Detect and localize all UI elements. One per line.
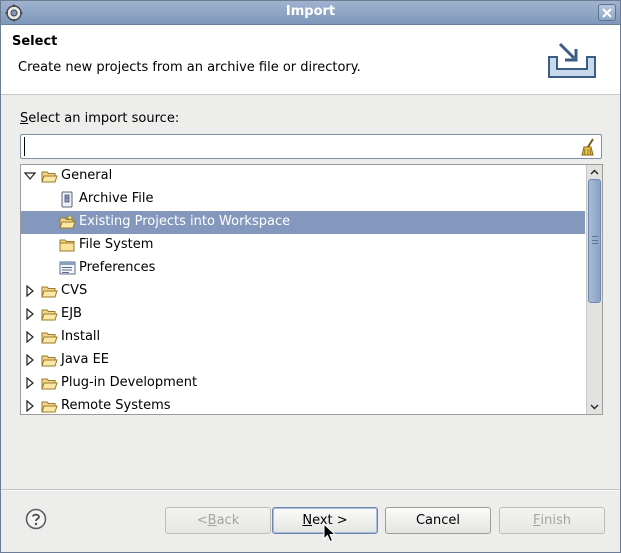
- collapsed-arrow-icon[interactable]: [24, 308, 36, 320]
- mouse-pointer-icon: [323, 523, 337, 543]
- tree-item[interactable]: EJB: [21, 303, 585, 326]
- expanded-arrow-icon[interactable]: [24, 170, 36, 182]
- tree-item[interactable]: General: [21, 165, 585, 188]
- tree-item-label: Preferences: [79, 260, 156, 275]
- folder-open-icon: [41, 309, 58, 321]
- scroll-down-arrow-icon[interactable]: [588, 400, 601, 413]
- scroll-up-arrow-icon[interactable]: [588, 166, 601, 179]
- collapsed-arrow-icon[interactable]: [24, 400, 36, 412]
- tree-item-label: Remote Systems: [61, 398, 171, 413]
- tree-item[interactable]: Plug-in Development: [21, 372, 585, 395]
- window-title: Import: [285, 4, 336, 19]
- vertical-scrollbar[interactable]: [586, 165, 602, 414]
- wizard-banner: Select Create new projects from an archi…: [1, 25, 620, 95]
- collapsed-arrow-icon[interactable]: [24, 331, 36, 343]
- folder-icon: [59, 239, 75, 252]
- folder-open-icon: [41, 355, 58, 367]
- existing-projects-icon: [59, 214, 76, 229]
- cancel-label: Cancel: [415, 513, 461, 528]
- tree-item[interactable]: Preferences: [21, 257, 585, 280]
- folder-open-icon: [41, 378, 58, 390]
- back-label-mnemonic: B: [207, 513, 217, 528]
- tree-rows: General Archive File Existing Projects int…: [21, 165, 585, 414]
- page-description: Create new projects from an archive file…: [18, 60, 361, 75]
- grip-icon: [592, 236, 598, 244]
- tree-item-label: EJB: [61, 306, 82, 321]
- button-bar-separator: [1, 489, 620, 491]
- next-label-mnemonic: N: [302, 513, 313, 528]
- tree-item[interactable]: Install: [21, 326, 585, 349]
- filter-input[interactable]: [24, 137, 574, 156]
- back-label-pre: <: [196, 513, 208, 528]
- tree-item[interactable]: Remote Systems: [21, 395, 585, 414]
- collapsed-arrow-icon[interactable]: [24, 354, 36, 366]
- help-question-icon[interactable]: [25, 508, 47, 530]
- tree-item-label: Plug-in Development: [61, 375, 198, 390]
- import-dialog: Import Select Create new projects from a…: [0, 0, 621, 553]
- filter-box[interactable]: [20, 134, 602, 159]
- finish-label-post: inish: [540, 513, 571, 528]
- archive-file-icon: [61, 191, 73, 208]
- folder-open-icon: [41, 286, 58, 298]
- preferences-icon: [59, 261, 76, 275]
- close-button[interactable]: [598, 4, 616, 21]
- tree-item-label: Java EE: [61, 352, 110, 367]
- tree-item-label: Archive File: [79, 191, 154, 206]
- tree-item-label: File System: [79, 237, 154, 252]
- cancel-button[interactable]: Cancel: [385, 507, 491, 534]
- page-title: Select: [12, 34, 58, 49]
- collapsed-arrow-icon[interactable]: [24, 377, 36, 389]
- folder-open-icon: [41, 171, 58, 183]
- tree-item-label: Existing Projects into Workspace: [79, 214, 291, 229]
- finish-button[interactable]: Finish: [499, 507, 605, 534]
- folder-open-icon: [41, 401, 58, 413]
- tree-item[interactable]: CVS: [21, 280, 585, 303]
- folder-open-icon: [41, 332, 58, 344]
- import-source-label: Select an import source:: [20, 111, 179, 126]
- tree-item-label: CVS: [61, 283, 88, 298]
- broom-clear-icon[interactable]: [579, 138, 597, 156]
- tree-item[interactable]: Java EE: [21, 349, 585, 372]
- title-bar[interactable]: Import: [1, 1, 620, 25]
- scroll-thumb[interactable]: [588, 179, 601, 303]
- tree-item-label: Install: [61, 329, 101, 344]
- import-source-tree[interactable]: General Archive File Existing Projects int…: [20, 164, 603, 415]
- tree-item-label: General: [61, 168, 113, 183]
- tree-item[interactable]: File System: [21, 234, 585, 257]
- finish-label-mnemonic: F: [533, 513, 541, 528]
- collapsed-arrow-icon[interactable]: [24, 285, 36, 297]
- back-label-post: ack: [216, 513, 240, 528]
- close-x-icon: [602, 8, 612, 18]
- tree-item[interactable]: Archive File: [21, 188, 585, 211]
- back-button[interactable]: < Back: [165, 507, 271, 534]
- import-tray-icon: [548, 42, 596, 78]
- label-text: elect an import source:: [28, 111, 180, 126]
- tree-item[interactable]: Existing Projects into Workspace: [21, 211, 585, 234]
